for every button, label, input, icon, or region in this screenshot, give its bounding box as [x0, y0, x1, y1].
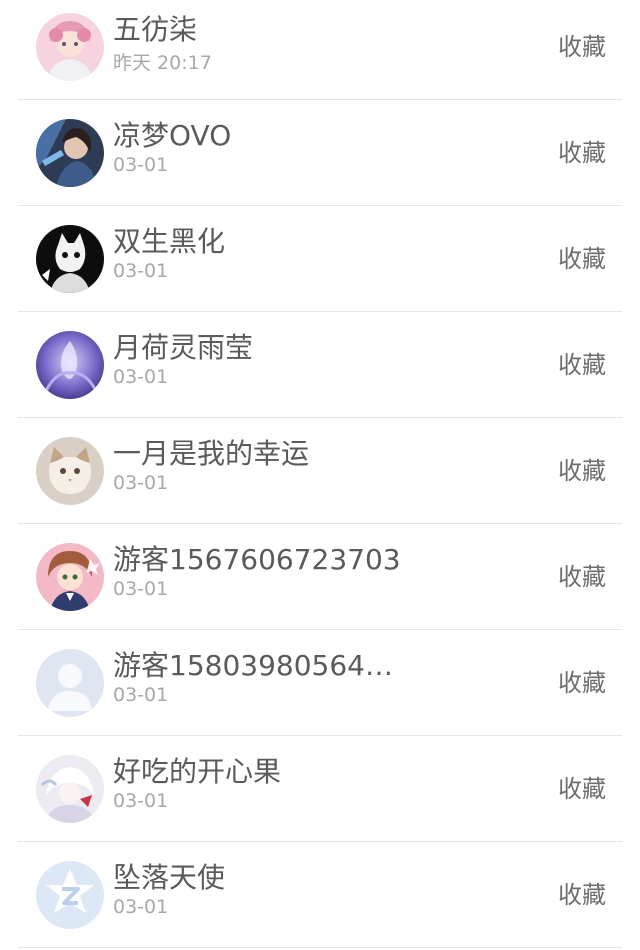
contact-name: 一月是我的幸运: [113, 437, 310, 470]
qq-logo-icon: [36, 861, 104, 929]
contact-name: 游客15803980564…: [113, 649, 393, 682]
cat-photo-icon: [36, 437, 104, 505]
contact-name: 凉梦OVO: [113, 119, 232, 152]
list-item[interactable]: 游客1567606723703 03-01 收藏: [0, 524, 640, 630]
message-time: 03-01: [113, 684, 169, 706]
purple-fantasy-icon: [36, 331, 104, 399]
favorite-button[interactable]: 收藏: [558, 345, 606, 380]
list-item[interactable]: 坠落天使 03-01 收藏: [0, 842, 640, 948]
anime-pink-girl-icon: [36, 13, 104, 81]
anime-girl-icon: [36, 543, 104, 611]
list-item[interactable]: 五彷柒 昨天 20:17 收藏: [0, 0, 640, 100]
message-time: 03-01: [113, 366, 169, 388]
message-time: 03-01: [113, 896, 169, 918]
contact-name: 游客1567606723703: [113, 543, 401, 576]
message-time: 03-01: [113, 578, 169, 600]
avatar: [36, 119, 104, 187]
contact-name: 坠落天使: [113, 861, 226, 894]
list-item[interactable]: 一月是我的幸运 03-01 收藏: [0, 418, 640, 524]
avatar: [36, 755, 104, 823]
favorite-button[interactable]: 收藏: [558, 875, 606, 910]
avatar: [36, 649, 104, 717]
favorite-button[interactable]: 收藏: [558, 451, 606, 486]
message-time: 昨天 20:17: [113, 52, 212, 74]
favorite-button[interactable]: 收藏: [558, 239, 606, 274]
white-anime-icon: [36, 755, 104, 823]
favorite-button[interactable]: 收藏: [558, 557, 606, 592]
avatar: [36, 861, 104, 929]
game-character-icon: [36, 119, 104, 187]
contact-list: 五彷柒 昨天 20:17 收藏 凉梦OVO 03-01 收藏 双生黑化 03-0…: [0, 0, 640, 950]
divider: [18, 947, 622, 948]
contact-name: 月荷灵雨莹: [113, 331, 254, 364]
avatar: [36, 225, 104, 293]
message-time: 03-01: [113, 472, 169, 494]
favorite-button[interactable]: 收藏: [558, 133, 606, 168]
avatar: [36, 543, 104, 611]
favorite-button[interactable]: 收藏: [558, 663, 606, 698]
favorite-button[interactable]: 收藏: [558, 27, 606, 62]
avatar: [36, 13, 104, 81]
default-user-icon: [36, 649, 104, 717]
list-item[interactable]: 双生黑化 03-01 收藏: [0, 206, 640, 312]
list-item[interactable]: 好吃的开心果 03-01 收藏: [0, 736, 640, 842]
list-item[interactable]: 凉梦OVO 03-01 收藏: [0, 100, 640, 206]
avatar: [36, 437, 104, 505]
contact-name: 好吃的开心果: [113, 755, 282, 788]
list-item[interactable]: 月荷灵雨莹 03-01 收藏: [0, 312, 640, 418]
avatar: [36, 331, 104, 399]
message-time: 03-01: [113, 260, 169, 282]
message-time: 03-01: [113, 154, 169, 176]
list-item[interactable]: 游客15803980564… 03-01 收藏: [0, 630, 640, 736]
contact-name: 五彷柒: [113, 13, 198, 46]
black-white-cat-icon: [36, 225, 104, 293]
message-time: 03-01: [113, 790, 169, 812]
contact-name: 双生黑化: [113, 225, 226, 258]
favorite-button[interactable]: 收藏: [558, 769, 606, 804]
